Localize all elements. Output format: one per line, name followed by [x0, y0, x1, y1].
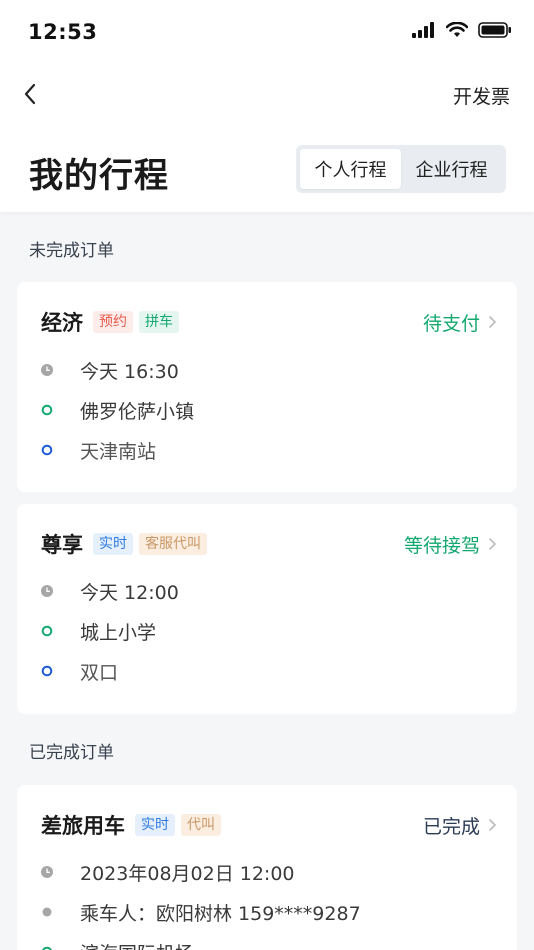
order-time-row: 2023年08月02日 12:00	[41, 859, 295, 885]
order-time-row: 今天 16:30	[41, 357, 179, 383]
order-destination-row: 天津南站	[41, 437, 156, 463]
signal-icon	[412, 22, 434, 38]
order-origin: 佛罗伦萨小镇	[80, 400, 195, 423]
order-time: 2023年08月02日 12:00	[80, 862, 295, 885]
order-status[interactable]: 已完成	[423, 812, 497, 839]
order-card-header: 差旅用车 实时 代叫 已完成	[41, 785, 497, 865]
car-type: 差旅用车	[41, 814, 125, 838]
section-incomplete: 未完成订单	[29, 241, 114, 261]
order-status-label: 待支付	[422, 312, 480, 335]
page-title: 我的行程	[29, 156, 169, 196]
clock-icon	[41, 866, 53, 878]
order-origin-row: 城上小学	[41, 618, 156, 644]
section-completed: 已完成订单	[29, 743, 114, 763]
trip-type-segment: 个人行程 企业行程	[296, 145, 506, 193]
tab-personal[interactable]: 个人行程	[300, 149, 401, 189]
status-time: 12:53	[28, 20, 98, 44]
origin-dot-icon	[41, 946, 53, 950]
nav-bar: 开发票	[0, 70, 534, 120]
tag-realtime: 实时	[93, 533, 133, 555]
car-type: 尊享	[41, 533, 83, 557]
order-card[interactable]: 差旅用车 实时 代叫 已完成 2023年08月02日 12:00 乘车人：欧阳树…	[17, 785, 517, 950]
tag-proxy-call: 代叫	[181, 814, 221, 836]
back-button[interactable]	[14, 76, 46, 112]
battery-icon	[478, 22, 511, 38]
order-destination: 双口	[80, 661, 119, 684]
order-status-label: 已完成	[422, 815, 480, 838]
order-time-row: 今天 12:00	[41, 578, 179, 604]
destination-dot-icon	[41, 665, 53, 677]
order-passenger-row: 乘车人：欧阳树林 159****9287	[41, 899, 361, 925]
wifi-icon	[446, 22, 468, 37]
chevron-right-icon	[489, 819, 497, 831]
invoice-link[interactable]: 开发票	[453, 82, 510, 109]
order-time: 今天 12:00	[80, 581, 179, 604]
order-time: 今天 16:30	[80, 360, 179, 383]
tab-business[interactable]: 企业行程	[401, 149, 502, 189]
passenger-dot-icon	[41, 906, 53, 918]
chevron-right-icon	[489, 538, 497, 550]
order-origin-row: 滨海国际机场	[41, 939, 194, 950]
order-destination-row: 双口	[41, 658, 118, 684]
status-bar: 12:53	[0, 0, 534, 64]
clock-icon	[41, 585, 53, 597]
order-card-header: 尊享 实时 客服代叫 等待接驾	[41, 504, 497, 584]
clock-icon	[41, 364, 53, 376]
tag-service-call: 客服代叫	[139, 533, 207, 555]
chevron-right-icon	[489, 316, 497, 328]
car-type: 经济	[41, 311, 83, 335]
tag-reservation: 预约	[93, 311, 133, 333]
tag-realtime: 实时	[135, 814, 175, 836]
order-status-label: 等待接驾	[403, 534, 480, 557]
chevron-left-icon	[24, 83, 36, 105]
order-passenger: 乘车人：欧阳树林 159****9287	[80, 902, 361, 925]
order-destination: 天津南站	[80, 440, 157, 463]
order-card[interactable]: 尊享 实时 客服代叫 等待接驾 今天 12:00 城上小学 双口	[17, 504, 517, 714]
destination-dot-icon	[41, 444, 53, 456]
order-card-header: 经济 预约 拼车 待支付	[41, 282, 497, 362]
origin-dot-icon	[41, 404, 53, 416]
header: 12:53 开发票 我的行程 个人行程 企业行程	[0, 0, 534, 212]
order-status[interactable]: 待支付	[423, 309, 497, 336]
order-card[interactable]: 经济 预约 拼车 待支付 今天 16:30 佛罗伦萨小镇 天津南站	[17, 282, 517, 492]
order-origin: 滨海国际机场	[80, 939, 194, 950]
tag-carpool: 拼车	[139, 311, 179, 333]
order-origin-row: 佛罗伦萨小镇	[41, 397, 194, 423]
order-origin: 城上小学	[80, 621, 157, 644]
order-status[interactable]: 等待接驾	[404, 531, 497, 558]
origin-dot-icon	[41, 625, 53, 637]
status-icons	[412, 22, 512, 38]
